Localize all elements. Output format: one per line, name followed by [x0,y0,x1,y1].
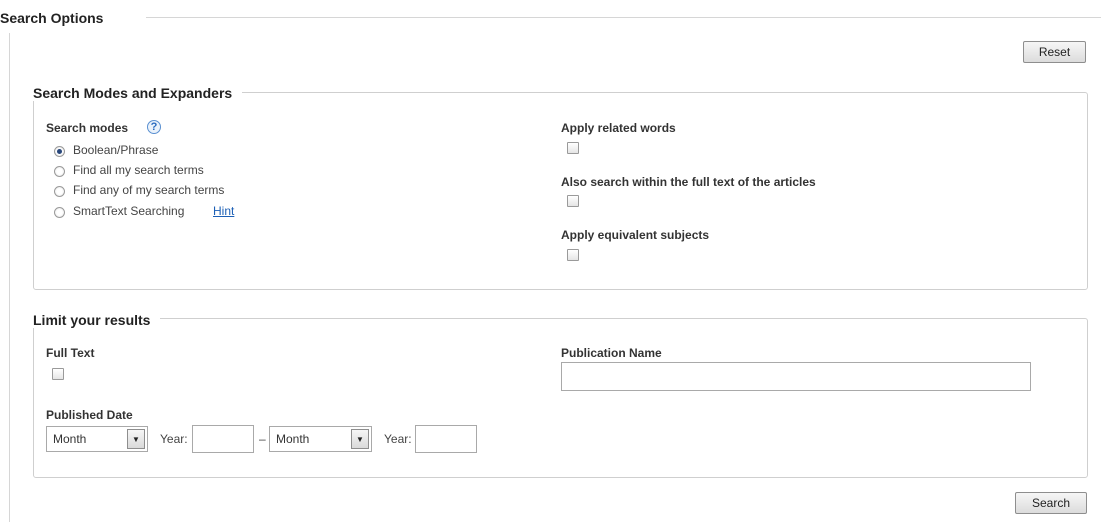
chevron-down-icon: ▼ [351,429,369,449]
title-divider [146,17,1101,18]
search-modes-label: Search modes [46,121,129,135]
to-month-value: Month [276,432,310,446]
chevron-down-icon: ▼ [127,429,145,449]
radio-find-any[interactable] [54,186,65,197]
from-year-label: Year: [160,432,188,446]
date-range-dash: – [259,432,266,446]
full-text-label: Full Text [46,346,95,360]
from-month-value: Month [53,432,87,446]
publication-name-input[interactable] [561,362,1031,391]
to-year-input[interactable] [415,425,477,453]
reset-button[interactable]: Reset [1023,41,1086,63]
limit-results-title: Limit your results [33,312,161,328]
from-month-select[interactable]: Month ▼ [46,426,148,452]
from-year-input[interactable] [192,425,254,453]
mode-label-find-all: Find all my search terms [73,163,204,177]
full-text-checkbox[interactable] [52,368,64,380]
mode-label-find-any: Find any of my search terms [73,183,225,197]
full-text-search-checkbox[interactable] [567,195,579,207]
to-month-select[interactable]: Month ▼ [269,426,372,452]
expander-label-equivalent-subjects: Apply equivalent subjects [561,228,710,242]
publication-name-label: Publication Name [561,346,662,360]
radio-boolean-phrase[interactable] [54,146,65,157]
mode-label-boolean: Boolean/Phrase [73,143,159,157]
to-year-label: Year: [384,432,412,446]
expander-label-related-words: Apply related words [561,121,676,135]
mode-label-smarttext: SmartText Searching [73,204,185,218]
search-button[interactable]: Search [1015,492,1087,514]
help-icon[interactable]: ? [147,120,161,134]
hint-link[interactable]: Hint [213,204,234,218]
published-date-label: Published Date [46,408,133,422]
page-title: Search Options [0,10,104,26]
expander-label-full-text-search: Also search within the full text of the … [561,175,816,189]
radio-smarttext[interactable] [54,207,65,218]
limit-results-panel [33,318,1088,478]
search-modes-title: Search Modes and Expanders [33,85,243,101]
related-words-checkbox[interactable] [567,142,579,154]
radio-find-all[interactable] [54,166,65,177]
left-border [9,33,10,522]
equivalent-subjects-checkbox[interactable] [567,249,579,261]
